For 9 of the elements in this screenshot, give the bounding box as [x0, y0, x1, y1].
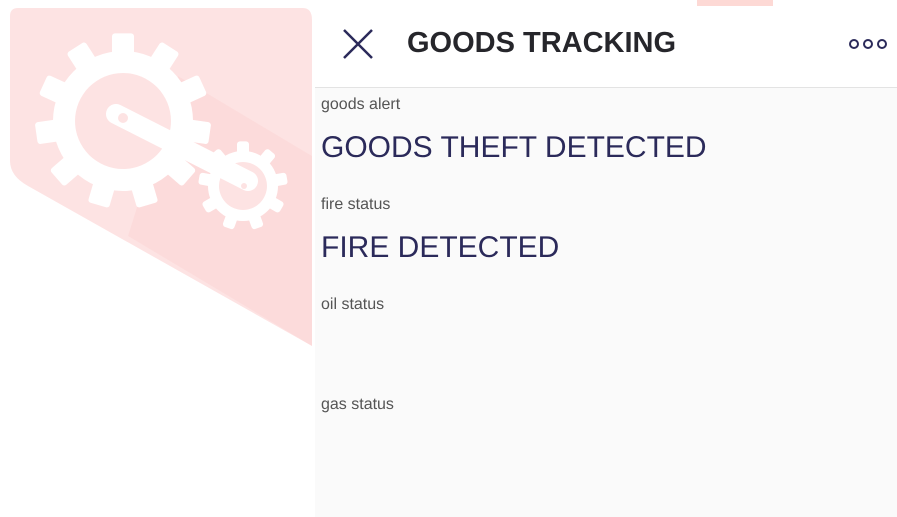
field-label: oil status	[321, 295, 384, 315]
field-value: FIRE DETECTED	[321, 230, 560, 266]
field-value: GOODS THEFT DETECTED	[321, 130, 707, 166]
more-options-button[interactable]	[847, 36, 889, 50]
field-label: goods alert	[321, 95, 400, 115]
field-label: gas status	[321, 395, 394, 415]
field-label: fire status	[321, 195, 390, 215]
close-button[interactable]	[341, 26, 375, 60]
page-title: GOODS TRACKING	[407, 26, 676, 61]
